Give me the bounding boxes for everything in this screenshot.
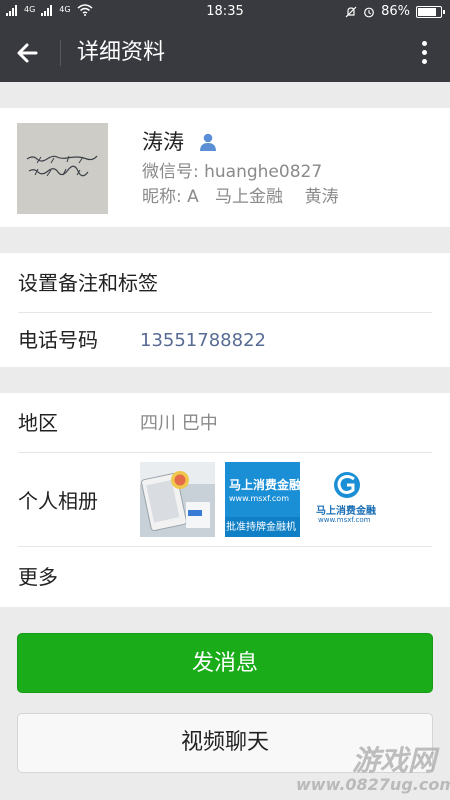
region-label: 地区 [18, 411, 58, 435]
remark-tags-row[interactable]: 设置备注和标签 [0, 253, 450, 313]
status-bar: 4G 4G 18:35 86% [0, 0, 450, 24]
album-photo-3[interactable]: 马上消费金融 www.msxf.com [310, 462, 385, 537]
album-row[interactable]: 个人相册 马上消费金融 www.msxf.com 批准持牌金融机 马上消费金融 … [0, 453, 450, 547]
more-row[interactable]: 更多 [0, 547, 450, 607]
album-photo-2-caption: 批准持牌金融机 [226, 522, 296, 533]
phone-number-link[interactable]: 13551788822 [140, 329, 266, 353]
album-thumbnails: 马上消费金融 www.msxf.com 批准持牌金融机 马上消费金融 www.m… [140, 462, 385, 537]
contact-info-group: 设置备注和标签 电话号码 13551788822 [0, 253, 450, 367]
status-right: 86% [345, 4, 445, 19]
send-message-button[interactable]: 发消息 [17, 633, 433, 693]
album-photo-2-title: 马上消费金融 [229, 478, 300, 492]
phone-label: 电话号码 [18, 328, 98, 352]
wechat-id: 微信号: huanghe0827 [142, 162, 323, 182]
remark-tags-label: 设置备注和标签 [18, 271, 158, 295]
more-button[interactable] [418, 39, 430, 67]
alarm-icon [364, 7, 374, 17]
arrow-left-icon [17, 43, 38, 63]
battery-percent: 86% [381, 4, 410, 19]
mute-bell-icon [345, 6, 357, 17]
phone-row: 电话号码 13551788822 [0, 313, 450, 367]
page-title: 详细资料 [77, 40, 166, 65]
album-photo-1[interactable] [140, 462, 215, 537]
watermark-top: 游戏网 [351, 744, 436, 777]
phone-photo-image [140, 462, 215, 537]
album-label: 个人相册 [18, 489, 98, 513]
nickname: 昵称: A 马上金融 黄涛 [142, 187, 339, 207]
watermark: 游戏网 www.0827ug.com [296, 744, 450, 794]
album-photo-2[interactable]: 马上消费金融 www.msxf.com 批准持牌金融机 [225, 462, 300, 537]
more-label: 更多 [18, 565, 58, 589]
watermark-bottom: www.0827ug.com [296, 775, 450, 794]
person-icon [200, 133, 216, 151]
nav-divider [60, 40, 61, 66]
msxf-logo [334, 472, 360, 498]
region-value: 四川 巴中 [140, 413, 218, 434]
avatar-image [17, 123, 108, 214]
album-photo-3-title: 马上消费金融 [316, 506, 376, 517]
details-group: 地区 四川 巴中 个人相册 马上消费金融 www.msxf.com 批准持牌金融… [0, 393, 450, 607]
avatar[interactable] [17, 123, 108, 214]
album-photo-3-url: www.msxf.com [318, 516, 371, 524]
back-button[interactable] [14, 39, 44, 67]
battery-icon [416, 5, 445, 18]
profile-card[interactable]: 涛涛 微信号: huanghe0827 昵称: A 马上金融 黄涛 [0, 108, 450, 227]
album-photo-2-url: www.msxf.com [229, 494, 289, 503]
contact-name: 涛涛 [142, 130, 184, 154]
more-vertical-icon [418, 41, 430, 64]
nav-bar: 详细资料 [0, 24, 450, 82]
region-row: 地区 四川 巴中 [0, 393, 450, 453]
